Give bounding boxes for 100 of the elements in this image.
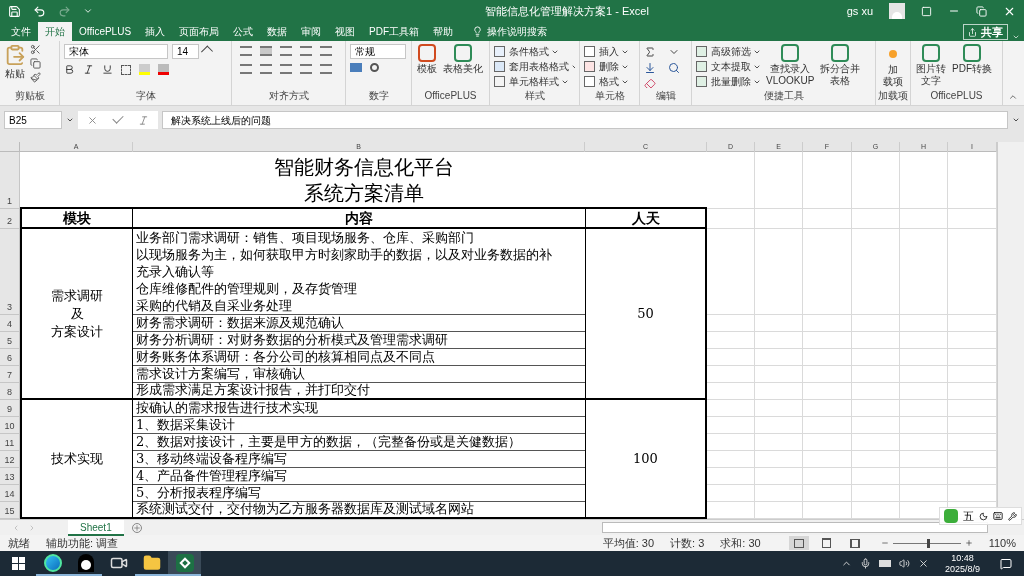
font-size-field[interactable]: 14	[172, 44, 199, 59]
collapse-ribbon-icon[interactable]	[1008, 92, 1018, 102]
percent-icon[interactable]	[370, 63, 379, 72]
style-menu-button[interactable]: 单元格样式	[494, 74, 559, 88]
action-center-icon[interactable]	[1000, 557, 1012, 570]
row-header[interactable]: 12	[0, 451, 20, 468]
taskbar-app[interactable]	[168, 551, 201, 576]
tool-menu-button[interactable]: 文本提取	[696, 59, 751, 74]
empty-cell	[803, 485, 852, 502]
zoom-level[interactable]: 110%	[988, 534, 1016, 552]
add-sheet-icon[interactable]	[131, 522, 142, 533]
underline-icon[interactable]	[102, 64, 113, 75]
undo-icon[interactable]	[33, 4, 46, 18]
alignment-icon[interactable]	[240, 64, 252, 74]
alignment-icon[interactable]	[320, 46, 332, 56]
ribbon-tab[interactable]: 审阅	[294, 22, 329, 41]
tool-button[interactable]: 查找录入 VLOOKUP	[765, 44, 816, 87]
alignment-icon[interactable]	[260, 46, 272, 56]
style-menu-button[interactable]: 条件格式	[494, 44, 549, 59]
ribbon-tab[interactable]: PDF工具箱	[362, 22, 427, 41]
cell-menu-button[interactable]: 删除	[584, 59, 619, 74]
row-header[interactable]: 3	[0, 229, 20, 315]
row-header[interactable]: 7	[0, 366, 20, 383]
row-header[interactable]: 2	[0, 209, 20, 229]
ribbon-tab[interactable]: 公式	[226, 22, 261, 41]
style-menu-button[interactable]: 套用表格格式	[494, 59, 569, 74]
clock-date[interactable]: 2025/8/9	[944, 563, 980, 575]
add-ins-button[interactable]: 加 载项	[880, 44, 906, 88]
italic-icon[interactable]	[83, 64, 94, 75]
alignment-icon[interactable]	[300, 64, 312, 74]
ribbon-tab[interactable]: OfficePLUS	[72, 22, 139, 41]
alignment-icon[interactable]	[300, 46, 312, 56]
cell-menu-button[interactable]: 插入	[584, 44, 619, 59]
ribbon-tab[interactable]: 页面布局	[172, 22, 227, 41]
share-button[interactable]: 共享	[963, 24, 1008, 40]
alignment-icon[interactable]	[260, 64, 272, 74]
alignment-icon[interactable]	[280, 64, 292, 74]
alignment-icon[interactable]	[320, 64, 332, 74]
row-header[interactable]: 4	[0, 315, 20, 332]
ribbon-tab[interactable]: 插入	[138, 22, 173, 41]
tell-me-search[interactable]: 操作说明搜索	[487, 24, 548, 39]
number-format-field[interactable]: 常规	[350, 44, 406, 59]
border-icon[interactable]	[121, 64, 131, 75]
convert-button[interactable]: PDF转换	[951, 44, 993, 75]
tool-button[interactable]: 拆分合并 表格	[819, 44, 862, 87]
view-button[interactable]	[788, 536, 809, 550]
fill-icon[interactable]	[644, 62, 656, 74]
template-button[interactable]: 模板	[416, 44, 438, 75]
ribbon-tab[interactable]: 视图	[328, 22, 363, 41]
bold-icon[interactable]	[64, 64, 75, 75]
zoom-in-icon[interactable]	[964, 539, 973, 547]
alignment-icon[interactable]	[240, 46, 252, 56]
formula-field[interactable]: 解决系统上线后的问题	[162, 111, 1008, 129]
ribbon-tab[interactable]: 文件	[4, 22, 38, 41]
ribbon-display-icon[interactable]	[921, 5, 932, 17]
format-painter-icon[interactable]	[30, 72, 41, 83]
restore-icon[interactable]	[976, 5, 987, 17]
row-header[interactable]: 14	[0, 485, 20, 502]
accessibility-status[interactable]: 辅助功能: 调查	[46, 534, 119, 552]
ribbon-tab[interactable]: 数据	[260, 22, 295, 41]
search-icon[interactable]	[668, 62, 680, 74]
eraser-icon[interactable]	[644, 78, 656, 88]
customize-icon[interactable]	[83, 6, 93, 16]
row-header[interactable]: 5	[0, 332, 20, 349]
table-cell: 形成需求满足方案设计报告，并打印交付	[133, 383, 585, 400]
cut-icon[interactable]	[30, 44, 41, 55]
row-header[interactable]: 10	[0, 417, 20, 434]
row-header[interactable]: 13	[0, 468, 20, 485]
name-box[interactable]: B25	[4, 111, 62, 129]
font-name-field[interactable]: 宋体	[64, 44, 168, 59]
horizontal-scrollbar[interactable]	[602, 522, 988, 533]
convert-button[interactable]: 图片转 文字	[915, 44, 947, 87]
tool-menu-button[interactable]: 批量删除	[696, 74, 751, 88]
save-icon[interactable]	[8, 4, 21, 18]
row-header[interactable]: 6	[0, 349, 20, 366]
paste-button[interactable]: 粘贴	[4, 44, 26, 81]
cancel-icon[interactable]	[86, 114, 98, 126]
copy-icon[interactable]	[30, 58, 41, 69]
ribbon-tab[interactable]: 开始	[38, 22, 72, 41]
volume-icon[interactable]	[898, 558, 910, 569]
cell-menu-button[interactable]: 格式	[584, 74, 619, 88]
tool-menu-button[interactable]: 高级筛选	[696, 44, 751, 59]
font-color-icon[interactable]	[158, 64, 169, 75]
vertical-scrollbar[interactable]	[997, 142, 1024, 519]
row-header[interactable]: 1	[0, 152, 20, 209]
notification-off-icon[interactable]	[917, 558, 929, 569]
microphone-icon[interactable]	[859, 558, 871, 569]
ribbon-tab[interactable]: 帮助	[426, 22, 461, 41]
clock-time[interactable]: 10:48	[951, 552, 974, 564]
sum-icon[interactable]	[644, 46, 656, 58]
battery-icon[interactable]	[878, 560, 891, 567]
table-beautify-button[interactable]: 表格美化	[442, 44, 484, 75]
alignment-icon[interactable]	[280, 46, 292, 56]
sogou-icon	[944, 509, 958, 523]
row-header[interactable]: 11	[0, 434, 20, 451]
row-header[interactable]: 15	[0, 502, 20, 519]
sheet-tab[interactable]: Sheet1	[68, 519, 124, 536]
row-header[interactable]: 9	[0, 400, 20, 417]
fill-color-icon[interactable]	[139, 64, 150, 75]
row-header[interactable]: 8	[0, 383, 20, 400]
